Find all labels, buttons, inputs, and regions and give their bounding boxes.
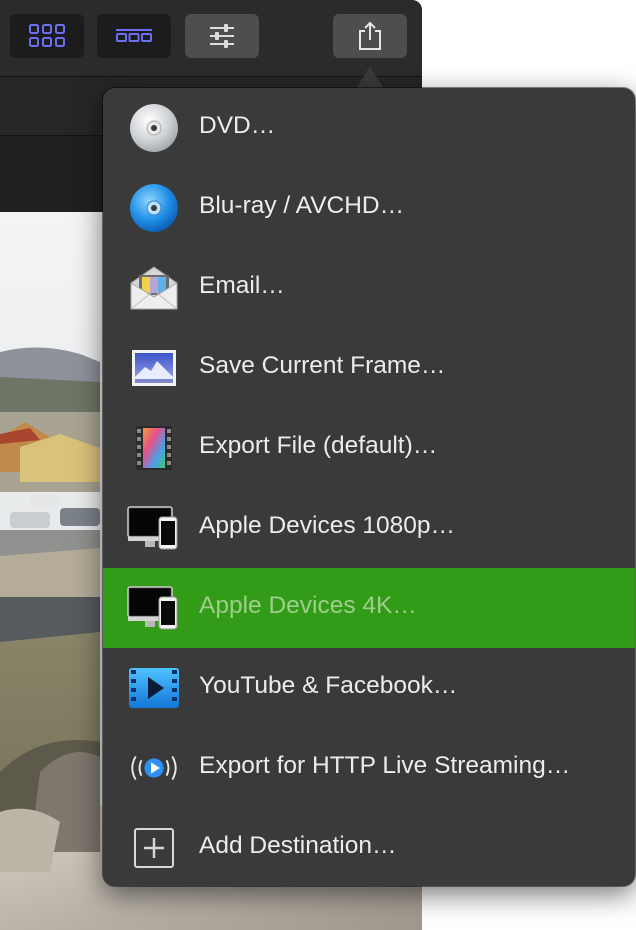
- menu-item-save-current-frame[interactable]: Save Current Frame…: [103, 328, 635, 408]
- live-streaming-icon: [127, 742, 181, 794]
- sliders-icon: [210, 24, 234, 48]
- email-envelope-icon: [127, 262, 181, 314]
- menu-item-label: YouTube & Facebook…: [199, 672, 458, 699]
- share-icon: [359, 21, 381, 50]
- menu-item-label: Email…: [199, 272, 285, 299]
- share-button[interactable]: [333, 14, 407, 58]
- add-destination-icon: [127, 822, 181, 874]
- menu-item-label: Apple Devices 4K…: [199, 592, 417, 619]
- filmstrip-view-button[interactable]: [97, 14, 171, 58]
- menu-item-label: Save Current Frame…: [199, 352, 446, 379]
- menu-item-bluray[interactable]: Blu-ray / AVCHD…: [103, 168, 635, 248]
- popover-arrow: [356, 66, 384, 89]
- bluray-disc-icon: [127, 182, 181, 234]
- apple-devices-icon: [127, 502, 181, 554]
- share-destinations-popover: DVD… Blu-ray / AVCHD… Email… Save Curren…: [103, 88, 635, 886]
- menu-item-dvd[interactable]: DVD…: [103, 88, 635, 168]
- menu-item-youtube-facebook[interactable]: YouTube & Facebook…: [103, 648, 635, 728]
- grid-view-button[interactable]: [10, 14, 84, 58]
- dvd-disc-icon: [127, 102, 181, 154]
- menu-item-label: Export for HTTP Live Streaming…: [199, 752, 571, 779]
- filmstrip-view-icon: [116, 29, 152, 42]
- menu-item-add-destination[interactable]: Add Destination…: [103, 808, 635, 886]
- menu-item-label: Blu-ray / AVCHD…: [199, 192, 405, 219]
- menu-item-label: DVD…: [199, 112, 276, 139]
- menu-item-apple-devices-1080p[interactable]: Apple Devices 1080p…: [103, 488, 635, 568]
- menu-item-label: Add Destination…: [199, 832, 397, 859]
- menu-item-email[interactable]: Email…: [103, 248, 635, 328]
- image-frame-icon: [127, 342, 181, 394]
- menu-item-export-file[interactable]: Export File (default)…: [103, 408, 635, 488]
- film-strip-icon: [127, 422, 181, 474]
- video-play-icon: [127, 662, 181, 714]
- menu-item-apple-devices-4k[interactable]: Apple Devices 4K…: [103, 568, 635, 648]
- menu-item-label: Apple Devices 1080p…: [199, 512, 456, 539]
- menu-item-label: Export File (default)…: [199, 432, 438, 459]
- inspector-sliders-button[interactable]: [185, 14, 259, 58]
- menu-item-http-live-streaming[interactable]: Export for HTTP Live Streaming…: [103, 728, 635, 808]
- grid-view-icon: [29, 24, 65, 47]
- apple-devices-icon: [127, 582, 181, 634]
